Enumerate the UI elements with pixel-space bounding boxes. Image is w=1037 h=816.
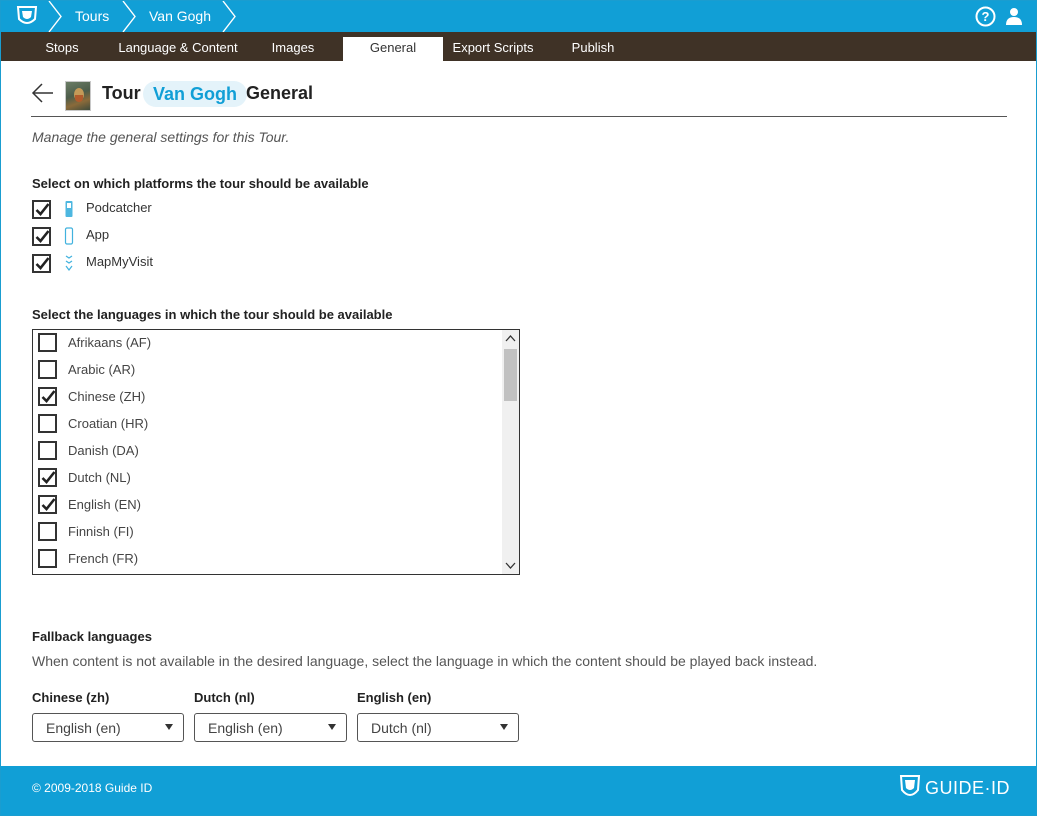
language-label: Chinese (ZH) [68,389,146,404]
platform-label: App [86,227,110,242]
caret-down-icon [500,724,508,730]
tab-language-content[interactable]: Language & Content [111,37,245,61]
language-item-da[interactable]: Danish (DA) [38,440,498,462]
breadcrumb-tours[interactable]: Tours [75,1,109,32]
footer: © 2009-2018 Guide ID GUIDE·ID [1,766,1036,815]
tab-stops[interactable]: Stops [32,37,92,61]
language-checkbox[interactable] [38,468,57,487]
select-value: English (en) [46,720,121,736]
tab-general[interactable]: General [343,37,443,61]
back-arrow-icon[interactable] [31,82,55,104]
language-item-fi[interactable]: Finnish (FI) [38,521,498,543]
user-icon[interactable] [1005,7,1023,25]
language-item-zh[interactable]: Chinese (ZH) [38,386,498,408]
fallback-heading: Fallback languages [32,629,152,644]
scroll-down-arrow-icon[interactable] [502,557,519,574]
footer-brand: GUIDE·ID [925,778,1010,798]
page-subtitle: Manage the general settings for this Tou… [32,129,290,145]
language-item-nl[interactable]: Dutch (NL) [38,467,498,489]
copyright-text: © 2009-2018 Guide ID [32,781,153,795]
fallback-label-en: English (en) [357,690,432,705]
language-checkbox[interactable] [38,522,57,541]
language-label: English (EN) [68,497,141,512]
chevron-right-icon [48,1,62,32]
caret-down-icon [165,724,173,730]
fallback-select-nl[interactable]: English (en) [194,713,347,742]
tab-export-scripts[interactable]: Export Scripts [447,37,539,61]
help-icon[interactable]: ? [975,6,996,27]
page-title-suffix: General [246,83,314,103]
language-item-hr[interactable]: Croatian (HR) [38,413,498,435]
language-item-ar[interactable]: Arabic (AR) [38,359,498,381]
language-item-af[interactable]: Afrikaans (AF) [38,332,498,354]
language-item-en[interactable]: English (EN) [38,494,498,516]
platform-podcatcher-checkbox[interactable] [32,200,51,219]
language-label: Afrikaans (AF) [68,335,152,350]
language-label: Arabic (AR) [68,362,136,377]
language-checkbox[interactable] [38,387,57,406]
page-title-prefix: Tour [102,83,141,103]
tab-images[interactable]: Images [263,37,323,61]
language-label: Danish (DA) [68,443,139,458]
language-item-fr[interactable]: French (FR) [38,548,498,570]
language-checkbox[interactable] [38,549,57,568]
breadcrumb-van-gogh[interactable]: Van Gogh [149,1,211,32]
tour-thumbnail [65,81,91,111]
fallback-select-en[interactable]: Dutch (nl) [357,713,519,742]
language-list[interactable]: Afrikaans (AF) Arabic (AR) Chinese (ZH) … [32,329,520,575]
guide-id-logo-icon [899,775,921,796]
fallback-label-zh: Chinese (zh) [32,690,110,705]
svg-text:?: ? [982,9,990,24]
platforms-heading: Select on which platforms the tour shoul… [32,176,369,191]
platform-app-checkbox[interactable] [32,227,51,246]
phone-icon [64,227,74,245]
header-divider [31,116,1007,117]
language-checkbox[interactable] [38,441,57,460]
language-label: Croatian (HR) [68,416,149,431]
caret-down-icon [328,724,336,730]
tab-publish[interactable]: Publish [563,37,623,61]
platform-mapmyvisit-checkbox[interactable] [32,254,51,273]
language-label: Finnish (FI) [68,524,134,539]
languages-heading: Select the languages in which the tour s… [32,307,393,322]
language-label: Dutch (NL) [68,470,131,485]
select-value: English (en) [208,720,283,736]
language-checkbox[interactable] [38,333,57,352]
chevron-right-icon [122,1,136,32]
language-list-scrollbar[interactable] [502,330,519,574]
fallback-description: When content is not available in the des… [32,653,818,669]
language-checkbox[interactable] [38,360,57,379]
scroll-up-arrow-icon[interactable] [502,330,519,347]
guide-id-logo-icon[interactable] [15,5,39,27]
select-value: Dutch (nl) [371,720,432,736]
language-checkbox[interactable] [38,495,57,514]
chevron-right-icon [222,1,236,32]
language-checkbox[interactable] [38,414,57,433]
map-pin-icon [65,255,73,271]
platform-label: MapMyVisit [86,254,153,269]
platform-label: Podcatcher [86,200,152,215]
fallback-select-zh[interactable]: English (en) [32,713,184,742]
top-bar: Tours Van Gogh ? [1,1,1036,32]
language-label: French (FR) [68,551,139,566]
fallback-label-nl: Dutch (nl) [194,690,255,705]
scroll-thumb[interactable] [504,349,517,401]
main-nav: Stops Language & Content Images General … [1,32,1036,61]
podcatcher-icon [65,201,73,217]
tour-name-pill: Van Gogh [143,81,248,107]
